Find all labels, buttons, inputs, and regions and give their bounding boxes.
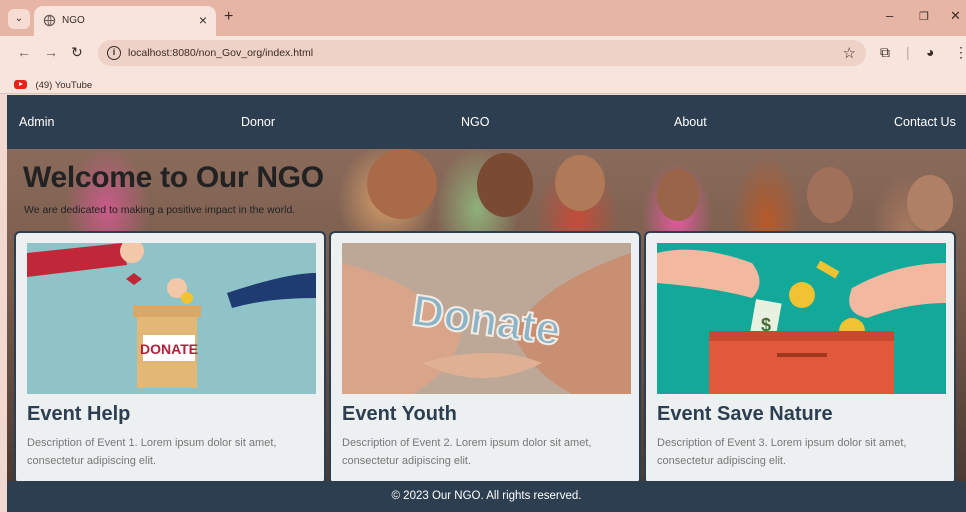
site-navbar: Admin Donor NGO About Contact Us (7, 95, 966, 149)
event-card[interactable]: Donate Event Youth Description of Event … (329, 231, 641, 485)
bookmark-label: (49) YouTube (35, 80, 93, 91)
globe-icon (43, 14, 56, 27)
hero-person-face (907, 175, 953, 231)
extensions-icon[interactable]: ⧉ (880, 44, 890, 61)
hero-person-face (477, 153, 533, 217)
bookmarks-bar: (49) YouTube (0, 70, 966, 94)
hero-person-face (367, 149, 437, 219)
nav-link-admin[interactable]: Admin (19, 115, 54, 129)
card-title: Event Youth (342, 403, 457, 425)
forward-icon[interactable]: → (44, 44, 58, 60)
profile-icon[interactable]: ◕ (926, 44, 934, 60)
nav-link-contact-us[interactable]: Contact Us (894, 115, 956, 129)
browser-tab[interactable]: NGO × (34, 6, 216, 36)
event-card[interactable]: $ Event Save Nature Description of Event… (644, 231, 956, 485)
hero-person-face (657, 169, 699, 221)
hero-subtitle: We are dedicated to making a positive im… (24, 204, 296, 216)
info-icon[interactable]: i (107, 46, 121, 60)
footer-copyright: © 2023 Our NGO. All rights reserved. (391, 490, 582, 502)
browser-tab-strip: ⌄ NGO × + – ❐ ✕ (0, 0, 966, 36)
address-bar[interactable]: i localhost:8080/non_Gov_org/index.html … (98, 40, 866, 66)
site-footer: © 2023 Our NGO. All rights reserved. (7, 481, 966, 512)
star-icon[interactable]: ☆ (843, 44, 856, 62)
chevron-down-icon[interactable]: ⌄ (8, 9, 30, 29)
event-image: $ (657, 243, 946, 394)
minimize-icon[interactable]: – (886, 8, 893, 23)
hero-person-face (555, 155, 605, 211)
browser-toolbar: ← → ↻ i localhost:8080/non_Gov_org/index… (0, 36, 966, 70)
event-image: DONATE (27, 243, 316, 394)
back-icon[interactable]: ← (17, 44, 31, 60)
hero-person-face (807, 167, 853, 223)
nav-link-donor[interactable]: Donor (241, 115, 275, 129)
page-viewport: Admin Donor NGO About Contact Us Welcome… (7, 95, 966, 512)
url-text[interactable]: localhost:8080/non_Gov_org/index.html (128, 47, 313, 59)
nav-link-about[interactable]: About (674, 115, 707, 129)
event-card[interactable]: DONATE Event Help Description of Event 1… (14, 231, 326, 485)
plus-icon[interactable]: + (224, 8, 233, 26)
card-description: Description of Event 1. Lorem ipsum dolo… (27, 437, 277, 467)
card-description: Description of Event 2. Lorem ipsum dolo… (342, 437, 592, 467)
event-image: Donate (342, 243, 631, 394)
hero-title: Welcome to Our NGO (23, 161, 324, 194)
bookmark-youtube[interactable]: (49) YouTube (14, 75, 93, 91)
tab-title: NGO (62, 15, 85, 26)
nav-link-ngo[interactable]: NGO (461, 115, 489, 129)
card-title: Event Help (27, 403, 131, 425)
donate-box-text: DONATE (140, 341, 198, 357)
card-description: Description of Event 3. Lorem ipsum dolo… (657, 437, 907, 467)
reload-icon[interactable]: ↻ (71, 44, 83, 61)
youtube-icon (14, 80, 27, 89)
restore-icon[interactable]: ❐ (919, 10, 929, 23)
kebab-menu-icon[interactable]: ⋮ (954, 44, 966, 61)
window-close-icon[interactable]: ✕ (950, 8, 961, 24)
toolbar-divider: | (906, 44, 910, 60)
card-title: Event Save Nature (657, 403, 833, 425)
close-icon[interactable]: × (199, 12, 207, 28)
